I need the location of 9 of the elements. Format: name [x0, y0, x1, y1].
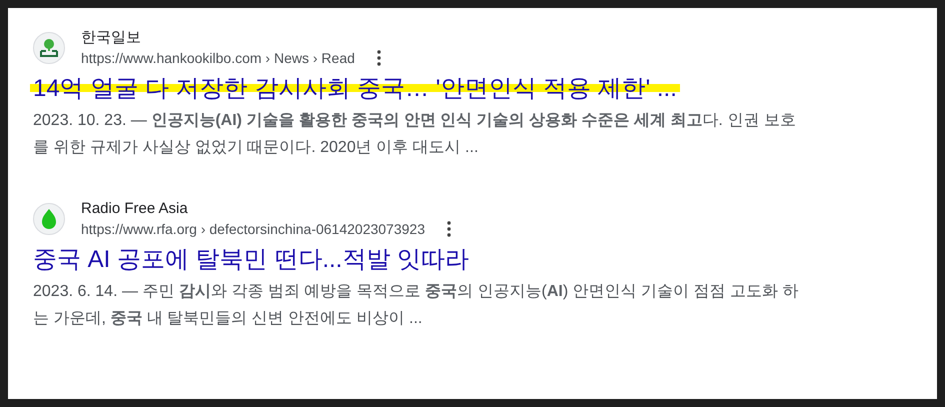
- pin-icon: [38, 37, 60, 59]
- site-name: 한국일보: [81, 28, 142, 48]
- result-snippet: 2023. 6. 14. — 주민 감시와 각종 범죄 예방을 목적으로 중국의 인공지능(AI) 안면인식 기술이 점점 고도화 하는 가운데, 중국 내 탈북민들의 신변 안전에도 비상이 ...: [32, 282, 800, 329]
- result-url[interactable]: https://www.hankookilbo.com › News › Read: [81, 48, 355, 68]
- result-snippet: 2023. 10. 23. — 인공지능(AI) 기술을 활용한 중국의 안면 인식 기술의 상용화 수준은 세계 최고다. 인권 보호를 위한 규제가 사실상 없었기 때문이다. 2020년 이후 대도시 ...: [32, 111, 797, 158]
- drop-icon: [40, 208, 58, 230]
- result-title-link[interactable]: 중국 AI 공포에 탈북민 떤다...적발 잇따라: [30, 245, 472, 275]
- site-name: Radio Free Asia: [81, 199, 189, 219]
- result-url[interactable]: https://www.rfa.org › defectorsinchina-06142023073923: [81, 219, 425, 239]
